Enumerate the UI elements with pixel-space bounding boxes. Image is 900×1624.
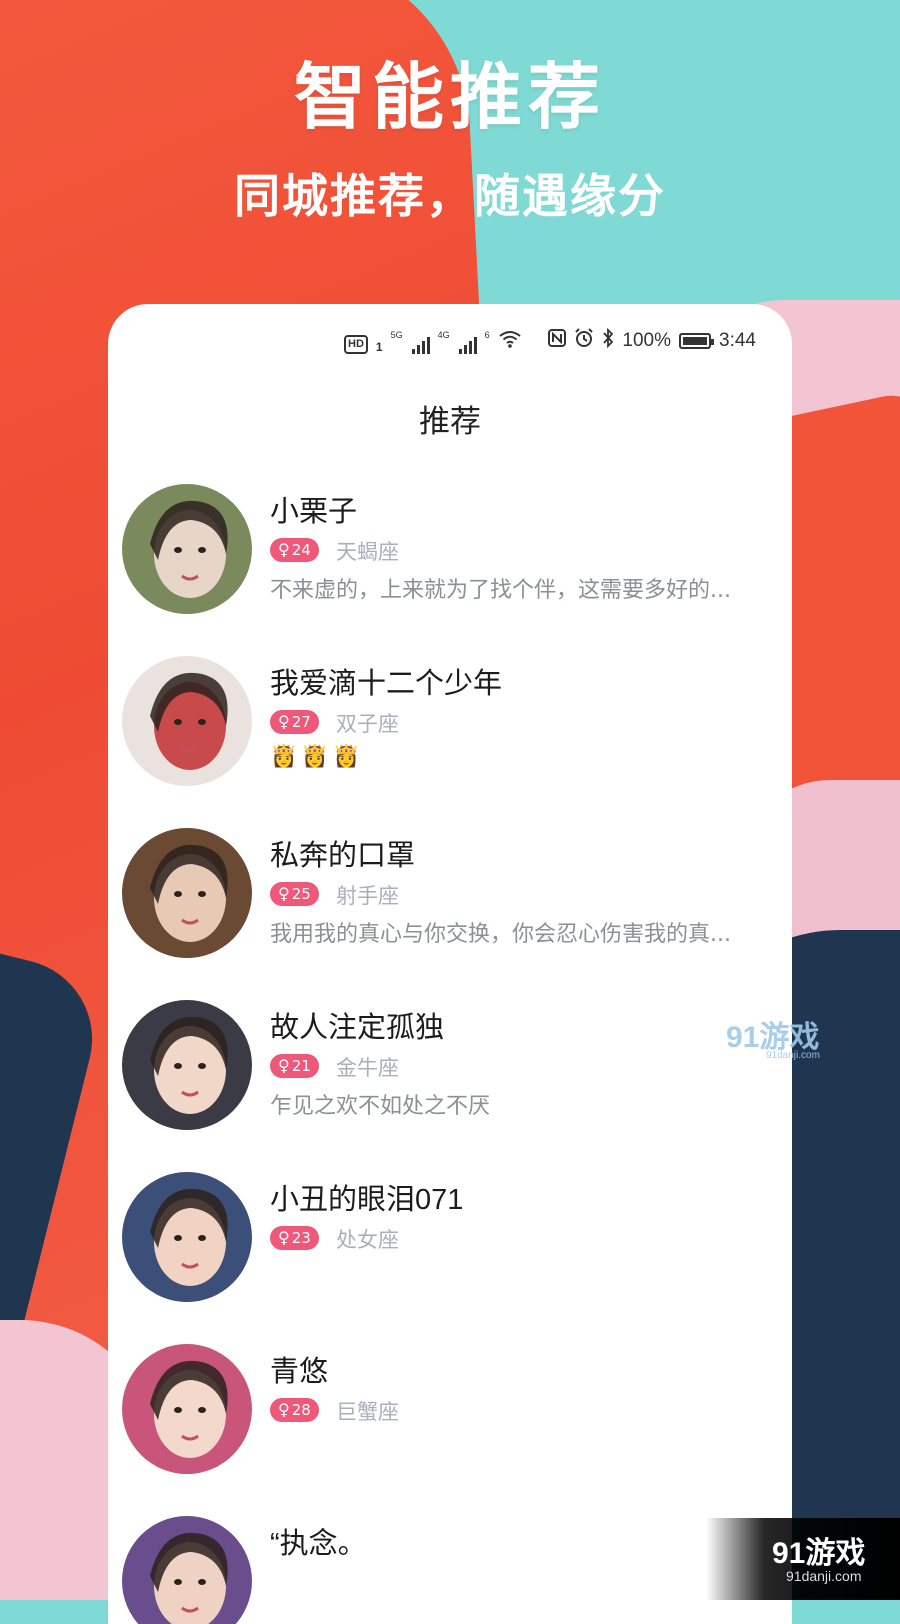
avatar[interactable] — [122, 484, 252, 614]
wifi-label: 6 — [484, 330, 490, 340]
gender-age-badge: ♀ 24 — [270, 538, 319, 562]
gender-age-badge: ♀ 23 — [270, 1226, 319, 1250]
list-item[interactable]: 小丑的眼泪071 ♀ 23 处女座 — [108, 1172, 792, 1344]
corner-watermark: 91游戏 91danji.com — [706, 1518, 900, 1600]
sim1-label: 1 — [375, 340, 383, 354]
battery-percent: 100% — [622, 330, 672, 351]
user-name: 私奔的口罩 — [270, 840, 416, 872]
promo-subheadline: 同城推荐，随遇缘分 — [234, 170, 666, 222]
battery-icon — [679, 333, 715, 349]
female-icon: ♀ — [278, 1056, 290, 1075]
phone-screen: HD 1 5G 4G 6 100% 3:44 推荐 小栗子 ♀ 24 天蝎座 不… — [108, 304, 792, 1624]
avatar[interactable] — [122, 1344, 252, 1474]
promo-headline: 智能推荐 — [293, 58, 606, 138]
clock: 3:44 — [719, 330, 756, 351]
user-zodiac: 巨蟹座 — [336, 1400, 399, 1424]
gender-age-badge: ♀ 28 — [270, 1398, 319, 1422]
user-name: 故人注定孤独 — [270, 1012, 445, 1044]
user-age: 28 — [291, 1401, 311, 1419]
avatar[interactable] — [122, 828, 252, 958]
user-zodiac: 双子座 — [336, 712, 399, 736]
signal-bars-icon-2 — [458, 336, 477, 354]
wifi-icon — [499, 330, 521, 354]
female-icon: ♀ — [278, 712, 290, 731]
female-icon: ♀ — [278, 540, 290, 559]
list-item[interactable]: 私奔的口罩 ♀ 25 射手座我用我的真心与你交换，你会忍心伤害我的真... — [108, 828, 792, 1000]
user-age: 24 — [291, 541, 311, 559]
net1-label: 5G — [390, 330, 403, 340]
user-bio: 我用我的真心与你交换，你会忍心伤害我的真... — [270, 922, 731, 947]
female-icon: ♀ — [278, 884, 290, 903]
user-zodiac: 射手座 — [336, 884, 399, 908]
alarm-icon — [574, 328, 594, 354]
user-age: 21 — [291, 1057, 311, 1075]
gender-age-badge: ♀ 25 — [270, 882, 319, 906]
user-name: 我爱滴十二个少年 — [270, 668, 503, 700]
user-name: “执念。 — [270, 1528, 367, 1560]
signal-bars-icon — [411, 336, 430, 354]
user-age: 27 — [291, 713, 311, 731]
page-title: 推荐 — [419, 404, 481, 439]
user-zodiac: 金牛座 — [336, 1056, 399, 1080]
user-bio: 不来虚的，上来就为了找个伴，这需要多好的... — [270, 578, 731, 603]
female-icon: ♀ — [278, 1228, 290, 1247]
user-zodiac: 处女座 — [336, 1228, 399, 1252]
user-name: 小栗子 — [270, 496, 358, 528]
user-age: 23 — [291, 1229, 311, 1247]
corner-watermark-site: 91danji.com — [786, 1568, 862, 1584]
list-item[interactable]: “执念。 — [108, 1516, 792, 1624]
avatar[interactable] — [122, 1000, 252, 1130]
gender-age-badge: ♀ 21 — [270, 1054, 319, 1078]
avatar[interactable] — [122, 656, 252, 786]
gender-age-badge: ♀ 27 — [270, 710, 319, 734]
female-icon: ♀ — [278, 1400, 290, 1419]
user-name: 青悠 — [270, 1356, 329, 1388]
avatar[interactable] — [122, 1172, 252, 1302]
status-bar: HD 1 5G 4G 6 100% 3:44 — [108, 326, 792, 356]
watermark-logo: 91游戏 91danji.com — [726, 1012, 820, 1061]
list-item[interactable]: 小栗子 ♀ 24 天蝎座不来虚的，上来就为了找个伴，这需要多好的... — [108, 484, 792, 656]
list-item[interactable]: 故人注定孤独 ♀ 21 金牛座乍见之欢不如处之不厌 — [108, 1000, 792, 1172]
net2-label: 4G — [437, 330, 450, 340]
nfc-icon — [548, 329, 567, 353]
bluetooth-icon — [602, 327, 614, 354]
watermark-site: 91danji.com — [766, 1050, 820, 1061]
user-name: 小丑的眼泪071 — [270, 1184, 464, 1216]
list-item[interactable]: 我爱滴十二个少年 ♀ 27 双子座 👸👸👸 — [108, 656, 792, 828]
user-zodiac: 天蝎座 — [336, 540, 399, 564]
avatar[interactable] — [122, 1516, 252, 1624]
corner-watermark-brand: 91游戏 — [772, 1537, 866, 1570]
hd-badge: HD — [344, 335, 368, 354]
list-item[interactable]: 青悠 ♀ 28 巨蟹座 — [108, 1344, 792, 1516]
user-bio: 乍见之欢不如处之不厌 — [270, 1094, 491, 1119]
user-age: 25 — [291, 885, 311, 903]
user-bio: 👸👸👸 — [270, 744, 365, 769]
